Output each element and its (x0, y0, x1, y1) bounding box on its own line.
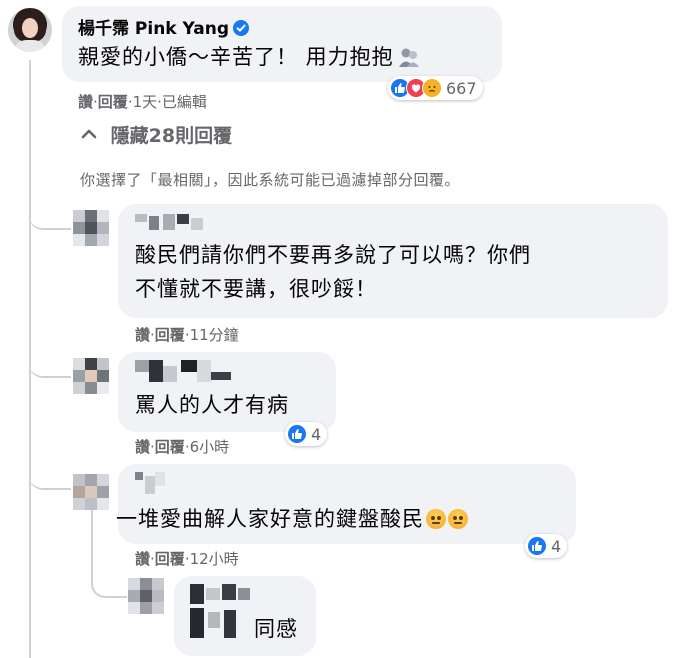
reply-4-text: 同感 (254, 617, 298, 641)
reply-1-avatar[interactable] (73, 210, 109, 246)
sad-icon (422, 78, 442, 98)
top-comment-actions: 讚 · 回覆 · 1天 · 已編輯 (78, 91, 207, 112)
like-link[interactable]: 讚 (135, 548, 150, 569)
top-comment-reactions[interactable]: 667 (388, 76, 483, 100)
reply-3-avatar[interactable] (73, 474, 109, 510)
reply-2-reactions[interactable]: 4 (285, 422, 328, 446)
reaction-count: 4 (311, 424, 322, 444)
like-link[interactable]: 讚 (135, 436, 150, 457)
like-link[interactable]: 讚 (78, 91, 93, 112)
reply-1-text: 酸民們請你們不要再多說了可以嗎？你們 不懂就不要講，很吵餒！ (135, 243, 531, 301)
timestamp[interactable]: 12小時 (190, 548, 239, 569)
hug-emoji-icon (398, 44, 420, 67)
hide-replies-toggle[interactable]: 隱藏28則回覆 (80, 121, 232, 148)
reply-3-reactions[interactable]: 4 (525, 534, 568, 558)
reply-3-actions: 讚 · 回覆 · 12小時 (135, 548, 239, 569)
like-link[interactable]: 讚 (135, 324, 150, 345)
timestamp[interactable]: 1天 (133, 91, 158, 112)
reply-2-avatar[interactable] (73, 358, 109, 394)
thread-connector-2 (29, 340, 71, 378)
reply-3-text: 一堆愛曲解人家好意的鍵盤酸民 (116, 502, 468, 536)
reply-link[interactable]: 回覆 (155, 324, 185, 345)
reply-3-author-pixelated[interactable] (135, 472, 175, 494)
reply-link[interactable]: 回覆 (155, 548, 185, 569)
reply-4-author-pixelated[interactable] (190, 584, 252, 638)
timestamp[interactable]: 11分鐘 (190, 324, 239, 345)
thread-connector-4 (91, 560, 127, 598)
eye-roll-emoji-icon (448, 509, 468, 529)
reply-4-avatar[interactable] (128, 578, 164, 614)
like-icon (287, 424, 307, 444)
filter-notice: 你選擇了「最相關」，因此系統可能已過濾掉部分回覆。 (80, 171, 461, 189)
reply-2-author-pixelated[interactable] (135, 360, 235, 382)
reply-link[interactable]: 回覆 (98, 91, 128, 112)
author-avatar[interactable] (8, 8, 52, 52)
reply-2-actions: 讚 · 回覆 · 6小時 (135, 436, 230, 457)
reply-1-actions: 讚 · 回覆 · 11分鐘 (135, 324, 239, 345)
edited-label[interactable]: 已編輯 (162, 91, 207, 112)
eye-roll-emoji-icon (426, 509, 446, 529)
reaction-count: 4 (551, 536, 562, 556)
chevron-up-icon (80, 124, 98, 139)
author-name[interactable]: 楊千霈 Pink Yang (78, 19, 229, 39)
top-comment-author[interactable]: 楊千霈 Pink Yang (78, 14, 250, 39)
reply-1-author-pixelated[interactable] (135, 214, 205, 230)
timestamp[interactable]: 6小時 (190, 436, 230, 457)
top-comment-text: 親愛的小僑～辛苦了！ 用力抱抱 (78, 40, 420, 74)
thread-connector-3 (29, 452, 71, 490)
reply-link[interactable]: 回覆 (155, 436, 185, 457)
thread-connector-1 (29, 190, 71, 230)
verified-badge-icon (233, 20, 250, 36)
reply-2-text: 罵人的人才有病 (135, 393, 289, 417)
hide-replies-label[interactable]: 隱藏28則回覆 (111, 125, 232, 147)
reaction-count: 667 (446, 78, 477, 98)
like-icon (527, 536, 547, 556)
